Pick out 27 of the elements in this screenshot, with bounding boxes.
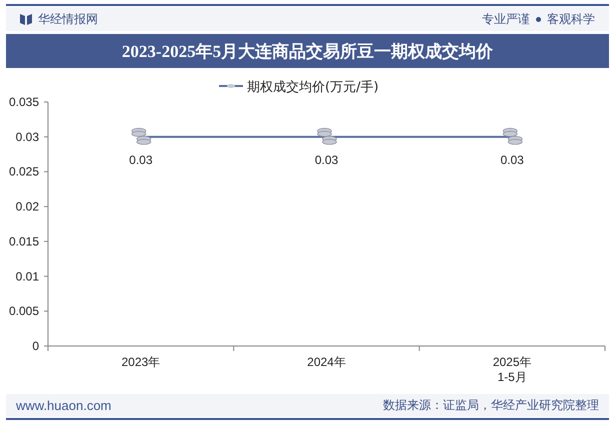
y-tick-label: 0.025 <box>8 164 39 179</box>
coins-icon <box>131 128 152 145</box>
y-tick-label: 0 <box>32 339 39 353</box>
legend-line-icon <box>219 84 243 88</box>
y-tick-label: 0.015 <box>8 234 39 248</box>
logo-icon <box>20 12 32 26</box>
coins-icon <box>317 128 337 145</box>
y-tick-label: 0.035 <box>8 95 39 109</box>
brand-name: 华经情报网 <box>38 10 98 28</box>
slogan: 客观科学 <box>547 10 595 28</box>
legend-label: 期权成交均价(万元/手) <box>247 80 379 95</box>
x-tick-label: 2025年1-5月 <box>492 355 532 384</box>
source-note: 数据来源：证监局，华经产业研究院整理 <box>383 397 599 414</box>
data-label: 0.03 <box>314 152 338 167</box>
data-label: 0.03 <box>500 152 524 167</box>
coins-icon <box>502 128 523 145</box>
chart-title: 2023-2025年5月大连商品交易所豆一期权成交均价 <box>6 34 609 68</box>
x-tick-label: 2024年 <box>307 355 346 369</box>
dot-icon <box>536 16 541 22</box>
x-tick-label: 2023年 <box>121 355 160 369</box>
website-link[interactable]: www.huaon.com <box>16 398 112 413</box>
data-label: 0.03 <box>129 152 153 167</box>
y-tick-label: 0.01 <box>16 269 39 284</box>
y-tick-label: 0.03 <box>16 130 39 144</box>
y-tick-label: 0.005 <box>8 304 39 318</box>
slogan: 专业严谨 <box>482 10 530 28</box>
y-tick-label: 0.02 <box>16 200 39 214</box>
